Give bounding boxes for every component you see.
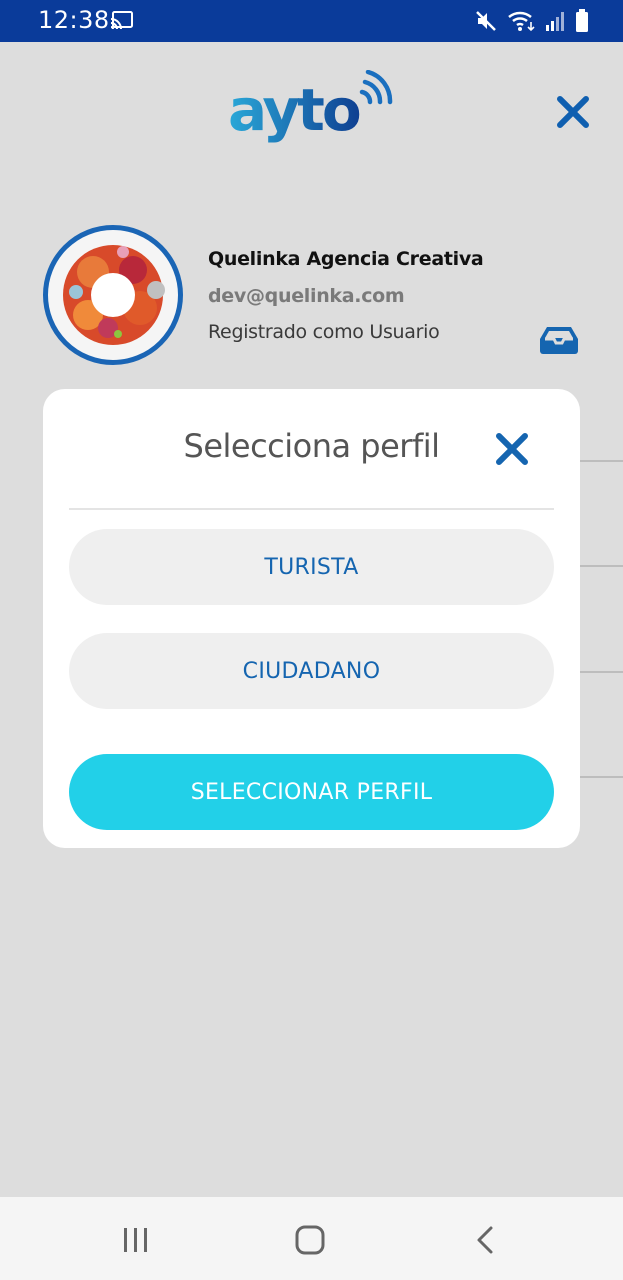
recent-apps-icon[interactable] bbox=[120, 1227, 152, 1253]
avatar bbox=[43, 225, 183, 365]
svg-text:ayto: ayto bbox=[228, 76, 360, 144]
mute-icon bbox=[476, 11, 496, 31]
close-icon[interactable] bbox=[494, 431, 530, 467]
dialog-title-text: Selecciona perfil bbox=[183, 427, 441, 465]
inbox-icon[interactable] bbox=[539, 325, 579, 355]
option-ciudadano-button[interactable]: CIUDADANO bbox=[69, 633, 554, 709]
select-profile-button[interactable]: SELECCIONAR PERFIL bbox=[69, 754, 554, 830]
select-profile-dialog: Selecciona perfil TURISTA CIUDADANO SELE… bbox=[43, 389, 580, 848]
back-icon[interactable] bbox=[474, 1225, 496, 1255]
menu-divider bbox=[580, 671, 623, 673]
profile-name: Quelinka Agencia Creativa bbox=[208, 248, 484, 270]
option-turista-button[interactable]: TURISTA bbox=[69, 529, 554, 605]
profile-card: Quelinka Agencia Creativa dev@quelinka.c… bbox=[43, 225, 583, 367]
ayto-logo: ayto bbox=[228, 70, 393, 144]
status-bar: 12:38 bbox=[0, 0, 623, 42]
home-icon[interactable] bbox=[294, 1224, 326, 1256]
status-icons bbox=[475, 8, 589, 34]
avatar-artwork bbox=[63, 245, 165, 345]
close-icon[interactable] bbox=[555, 94, 591, 130]
wifi-icon bbox=[508, 11, 535, 32]
system-nav-bar bbox=[0, 1197, 623, 1280]
cast-icon bbox=[110, 11, 133, 30]
signal-icon bbox=[546, 12, 564, 31]
profile-role: Registrado como Usuario bbox=[208, 321, 440, 343]
menu-divider bbox=[580, 776, 623, 778]
battery-icon bbox=[576, 9, 588, 32]
menu-divider bbox=[580, 565, 623, 567]
status-time: 12:38 bbox=[38, 6, 110, 34]
dialog-divider bbox=[69, 508, 554, 510]
menu-divider bbox=[580, 460, 623, 462]
profile-email: dev@quelinka.com bbox=[208, 285, 405, 307]
